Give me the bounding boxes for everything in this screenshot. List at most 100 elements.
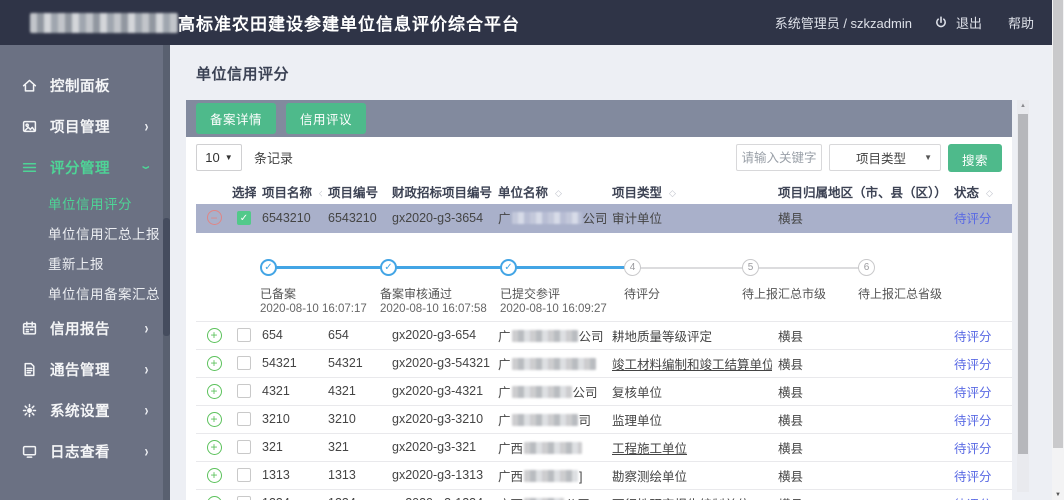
scoring-icon xyxy=(22,160,37,175)
project-type-cell: 勘察测绘单位 xyxy=(606,461,772,490)
page-scrollbar-thumb[interactable] xyxy=(1053,0,1063,448)
table-row[interactable]: +4321 4321 gx2020-g3-4321 广公司 复核单位 横县 待评分 xyxy=(196,377,1012,406)
row-checkbox[interactable]: ✓ xyxy=(237,211,251,226)
timeline-step-time: 2020-08-10 16:07:17 xyxy=(260,302,367,315)
sidebar-item-settings[interactable]: 系统设置 › xyxy=(0,390,163,431)
content-scrollbar-thumb[interactable] xyxy=(1018,114,1028,454)
current-user: 系统管理员 / szkzadmin xyxy=(774,16,912,31)
timeline-step-icon: 4 xyxy=(624,258,641,276)
timeline-step-time: 2020-08-10 16:07:58 xyxy=(380,302,487,315)
search-button[interactable]: 搜索 xyxy=(948,143,1002,172)
sidebar-item-home[interactable]: 控制面板 xyxy=(0,65,163,106)
table-row[interactable]: +54321 54321 gx2020-g3-54321 广竣工材料编制和竣工结算单位… xyxy=(196,349,1012,378)
bid-code-cell: gx2020-g3-321 xyxy=(386,433,492,462)
row-checkbox[interactable] xyxy=(237,496,251,500)
caret-down-icon: ▼ xyxy=(224,153,233,162)
redacted-company-name xyxy=(511,212,582,225)
expand-row-icon[interactable]: + xyxy=(206,439,222,455)
row-checkbox[interactable] xyxy=(237,384,251,399)
credit-review-button[interactable]: 信用评议 xyxy=(286,103,367,134)
table-row[interactable]: +12341234gx2020-g3-1234广西公司可行性研究报告编制单位横县… xyxy=(196,489,1012,500)
column-header[interactable]: 项目编号∨ xyxy=(322,178,386,204)
region-cell: 横县 xyxy=(772,321,948,350)
scroll-up-arrow-icon[interactable]: ▲ xyxy=(1017,103,1029,109)
status-link[interactable]: 待评分 xyxy=(954,212,992,226)
caret-down-icon: ▼ xyxy=(924,153,932,162)
project-type-cell: 耕地质量等级评定 xyxy=(606,321,772,350)
sidebar-item-scoring[interactable]: 评分管理 › xyxy=(0,147,163,188)
sidebar-item-label: 通告管理 xyxy=(50,363,110,379)
sidebar-scrollbar-thumb[interactable] xyxy=(163,217,170,337)
sidebar-subitem[interactable]: 单位信用评分 xyxy=(0,188,163,218)
expand-row-icon[interactable]: + xyxy=(206,411,222,427)
expand-row-icon[interactable]: + xyxy=(206,327,222,343)
column-header[interactable]: 财政招标项目编号◇ xyxy=(386,178,492,204)
expand-row-icon[interactable]: + xyxy=(206,495,222,500)
sidebar-scrollbar[interactable] xyxy=(163,45,170,500)
expand-row-icon[interactable]: + xyxy=(206,383,222,399)
sidebar-subitem[interactable]: 单位信用汇总上报 xyxy=(0,218,163,248)
table-row[interactable]: +321 321 gx2020-g3-321 广西 工程施工单位 横县 待评分 xyxy=(196,433,1012,462)
table-row[interactable]: − ✓ 6543210 6543210 gx2020-g3-3654 广公司 审计单位 横县待… xyxy=(196,204,1012,233)
settings-icon xyxy=(22,403,37,418)
help-button[interactable]: 帮助 xyxy=(1008,13,1034,32)
row-checkbox[interactable] xyxy=(237,440,251,455)
sidebar-item-projects[interactable]: 项目管理 › xyxy=(0,106,163,147)
status-link[interactable]: 待评分 xyxy=(954,358,992,372)
bid-code-cell: gx2020-g3-4321 xyxy=(386,377,492,406)
logout-button[interactable]: 退出 xyxy=(956,13,982,32)
row-checkbox[interactable] xyxy=(237,412,251,427)
expand-row-icon[interactable]: + xyxy=(206,355,222,371)
page-size-select[interactable]: 10 ▼ xyxy=(196,144,242,171)
region-cell: 横县 xyxy=(772,489,948,500)
sort-desc-icon: ∨ xyxy=(385,189,386,200)
bid-code-cell: gx2020-g3-1234 xyxy=(386,489,492,500)
column-header[interactable]: 项目归属地区（市、县（区））◇ xyxy=(772,178,948,204)
project-name-cell: 6543210 xyxy=(256,204,322,233)
expand-row-icon[interactable]: + xyxy=(206,467,222,483)
row-checkbox[interactable] xyxy=(237,328,251,343)
status-link[interactable]: 待评分 xyxy=(954,470,992,484)
region-cell: 横县 xyxy=(772,349,948,378)
status-link[interactable]: 待评分 xyxy=(954,442,992,456)
column-header[interactable]: 项目名称◇ xyxy=(256,178,322,204)
scroll-down-arrow-icon[interactable]: ▼ xyxy=(1052,492,1064,498)
sidebar-item-label: 系统设置 xyxy=(50,404,110,420)
column-header[interactable]: 单位名称 ◇ xyxy=(492,178,606,204)
keyword-search-input[interactable] xyxy=(736,144,822,171)
sidebar-item-logs[interactable]: 日志查看 › xyxy=(0,431,163,472)
records-table: 选择项目名称◇项目编号∨财政招标项目编号◇单位名称◇项目类型◇项目归属地区（市、… xyxy=(196,178,1012,500)
status-link[interactable]: 待评分 xyxy=(954,414,992,428)
sidebar-item-label: 控制面板 xyxy=(50,79,110,95)
timeline-step-icon: ✓ xyxy=(260,258,277,276)
page-scrollbar[interactable]: ▼ xyxy=(1052,0,1064,500)
column-header[interactable]: 项目类型 ◇ xyxy=(606,178,772,204)
column-header[interactable]: 状态 ◇ xyxy=(948,178,1012,204)
chevron-right-icon: › xyxy=(144,117,149,136)
content-scrollbar[interactable]: ▲ xyxy=(1017,100,1029,492)
project-code-cell: 321 xyxy=(322,433,386,462)
table-row[interactable]: +3210 3210 gx2020-g3-3210 广司监理单位 横县 待评分 xyxy=(196,405,1012,434)
chevron-right-icon: › xyxy=(144,442,149,461)
sidebar-subitem[interactable]: 重新上报 xyxy=(0,248,163,278)
report-icon xyxy=(22,321,37,336)
table-row[interactable]: +654 654 gx2020-g3-654 广公司 耕地质量等级评定 横县 待评分 xyxy=(196,321,1012,350)
sidebar-item-label: 项目管理 xyxy=(50,120,110,136)
timeline-step-icon: 6 xyxy=(858,258,875,276)
main-content: 单位信用评分 备案详情 信用评议 10 ▼ 条记录 项目类型 ▼ 搜索 xyxy=(170,45,1052,500)
project-type-select[interactable]: 项目类型 ▼ xyxy=(829,144,941,171)
record-detail-button[interactable]: 备案详情 xyxy=(196,103,277,134)
row-checkbox[interactable] xyxy=(237,356,251,371)
collapse-row-icon[interactable]: − xyxy=(206,210,222,226)
region-cell: 横县 xyxy=(772,433,948,462)
sidebar-item-notice[interactable]: 通告管理 › xyxy=(0,349,163,390)
sidebar-subitem[interactable]: 单位信用备案汇总 xyxy=(0,278,163,308)
sidebar-item-report[interactable]: 信用报告 › xyxy=(0,308,163,349)
status-link[interactable]: 待评分 xyxy=(954,386,992,400)
status-cell: 待评分 xyxy=(948,349,1012,378)
redacted-logo xyxy=(30,12,178,33)
status-link[interactable]: 待评分 xyxy=(954,330,992,344)
row-checkbox[interactable] xyxy=(237,468,251,483)
status-cell: 待评分 xyxy=(948,204,1012,233)
table-row[interactable]: +1313 1313 gx2020-g3-1313 广西] 勘察测绘单位 横县 待评分 xyxy=(196,461,1012,490)
